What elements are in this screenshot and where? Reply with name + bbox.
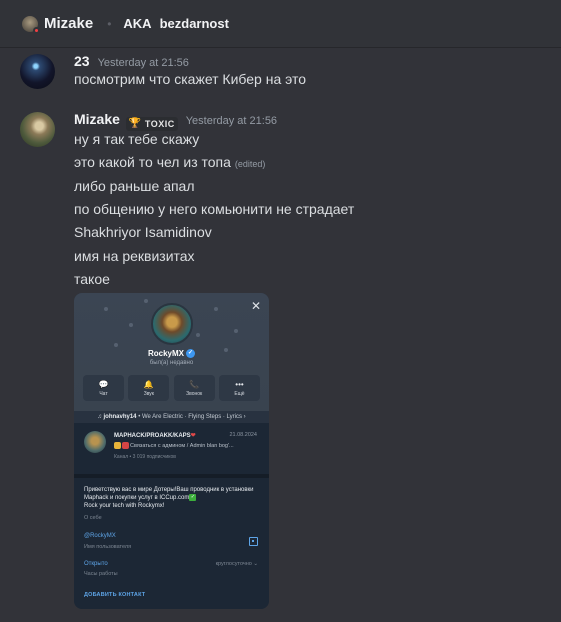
about-text: Приветствую вас в мире Дотеры!Ваш провод…	[84, 486, 262, 510]
header-avatar[interactable]	[22, 15, 40, 34]
action-label: Чат	[99, 390, 108, 397]
image-attachment[interactable]: ✕ RockyMX ✓ был(а) недавно 💬 Чат 🔔 Звук 📞 Зв…	[74, 293, 269, 609]
timestamp: Yesterday at 21:56	[185, 115, 278, 127]
open-status: Открыто	[84, 561, 108, 567]
clan-tag[interactable]: 🏆 TOXIC	[125, 116, 178, 131]
avatar[interactable]	[20, 54, 55, 89]
clan-tag-text: TOXIC	[144, 118, 175, 129]
avatar[interactable]	[20, 112, 55, 147]
pattern-dot	[114, 343, 118, 347]
channel-avatar	[151, 303, 193, 345]
message-text: по общению у него комьюнити не страдает	[74, 201, 355, 217]
pattern-dot	[144, 299, 148, 303]
author-name[interactable]: Mizake	[74, 111, 120, 127]
channel-status: был(а) недавно	[149, 360, 194, 366]
message-text: Shakhriyor Isamidinov	[74, 224, 212, 240]
hours-label: Часы работы	[84, 571, 118, 577]
about-line: Приветствую вас в мире Дотеры!Ваш провод…	[84, 487, 254, 502]
more-icon: •••	[235, 379, 244, 389]
trophy-icon: 🏆	[128, 118, 142, 129]
channel-name: RockyMX	[147, 349, 184, 358]
action-row: 💬 Чат 🔔 Звук 📞 Звонок ••• Ещё	[83, 375, 260, 401]
action-label: Звонок	[186, 390, 203, 397]
action-label: Ещё	[234, 390, 245, 397]
timestamp: Yesterday at 21:56	[97, 57, 189, 69]
post-text-row: Связаться с админом / Admin blan bog'...	[114, 442, 259, 449]
profile-banner: ✕ RockyMX ✓ был(а) недавно 💬 Чат 🔔 Звук 📞 Зв…	[74, 293, 269, 411]
message-text-edited: это какой то чел из топа (edited)	[74, 154, 265, 170]
post-avatar	[84, 431, 106, 453]
hours-value-row: круглосуточно ⌄	[216, 561, 258, 567]
post-title-row: MAPHACK/PROAKK/KAPS❤	[114, 432, 196, 439]
header-separator: •	[107, 16, 112, 31]
music-text: • We Are Electric · Flying Steps · Lyric…	[138, 414, 246, 420]
message-text: это какой то чел из топа	[74, 154, 231, 170]
edited-label: (edited)	[234, 159, 266, 169]
chevron-down-icon: ⌄	[253, 561, 258, 567]
pattern-dot	[196, 333, 200, 337]
action-label: Звук	[143, 390, 154, 397]
message-text: либо раньше апал	[74, 178, 195, 194]
verified-icon: ✓	[186, 349, 195, 359]
checkmark-icon: ✓	[189, 494, 197, 501]
more-action: ••• Ещё	[218, 375, 260, 401]
heart-icon: ❤	[190, 433, 196, 439]
message-header: Mizake 🏆 TOXIC Yesterday at 21:56	[74, 111, 278, 131]
username-label: Имя пользователя	[84, 544, 132, 550]
pattern-dot	[104, 307, 108, 311]
close-icon: ✕	[250, 299, 261, 313]
post-meta: Канал • 3 019 подписчиков	[114, 454, 176, 460]
music-user: johnavhy14	[103, 414, 137, 420]
message-header: 23 Yesterday at 21:56	[74, 53, 189, 69]
header-username[interactable]: Mizake	[44, 15, 93, 32]
qr-code-icon	[249, 537, 258, 546]
pattern-dot	[234, 329, 238, 333]
divider	[74, 474, 269, 478]
chat-action: 💬 Чат	[83, 375, 124, 401]
message-text: такое	[74, 271, 110, 287]
pinned-post: MAPHACK/PROAKK/KAPS❤ 21.08.2024 Связатьс…	[74, 427, 269, 471]
sound-action: 🔔 Звук	[128, 375, 170, 401]
music-status: ♫ johnavhy14 • We Are Electric · Flying …	[74, 411, 269, 423]
add-contact-button: ДОБАВИТЬ КОНТАКТ	[84, 592, 146, 598]
message-text: ну я так тебе скажу	[74, 131, 200, 147]
about-label: О себе	[84, 515, 102, 521]
pattern-dot	[129, 323, 133, 327]
alias-text: bezdarnost	[159, 16, 229, 31]
dnd-status-icon	[33, 26, 40, 34]
hours-value: круглосуточно	[215, 561, 252, 567]
bell-icon: 🔔	[143, 379, 154, 389]
post-text: Связаться с админом / Admin blan bog'...	[130, 442, 234, 449]
dm-header: Mizake • AKA bezdarnost	[0, 0, 561, 48]
author-name[interactable]: 23	[74, 53, 90, 69]
message-text: имя на реквизитах	[74, 248, 195, 264]
post-date: 21.08.2024	[229, 432, 257, 438]
chat-icon: 💬	[98, 379, 109, 389]
phone-icon: 📞	[189, 379, 200, 389]
emoji-icon	[114, 442, 121, 449]
channel-name-row: RockyMX ✓	[74, 349, 269, 359]
about-line-2: Rock your tech with Rockymx!	[84, 503, 165, 510]
aka-label: AKA	[123, 16, 152, 31]
call-action: 📞 Звонок	[173, 375, 215, 401]
post-title: MAPHACK/PROAKK/KAPS	[114, 433, 191, 439]
pattern-dot	[214, 307, 218, 311]
message-text: посмотрим что скажет Кибер на это	[74, 71, 307, 87]
emoji-icon	[122, 442, 129, 449]
username: @RockyMX	[84, 533, 116, 539]
